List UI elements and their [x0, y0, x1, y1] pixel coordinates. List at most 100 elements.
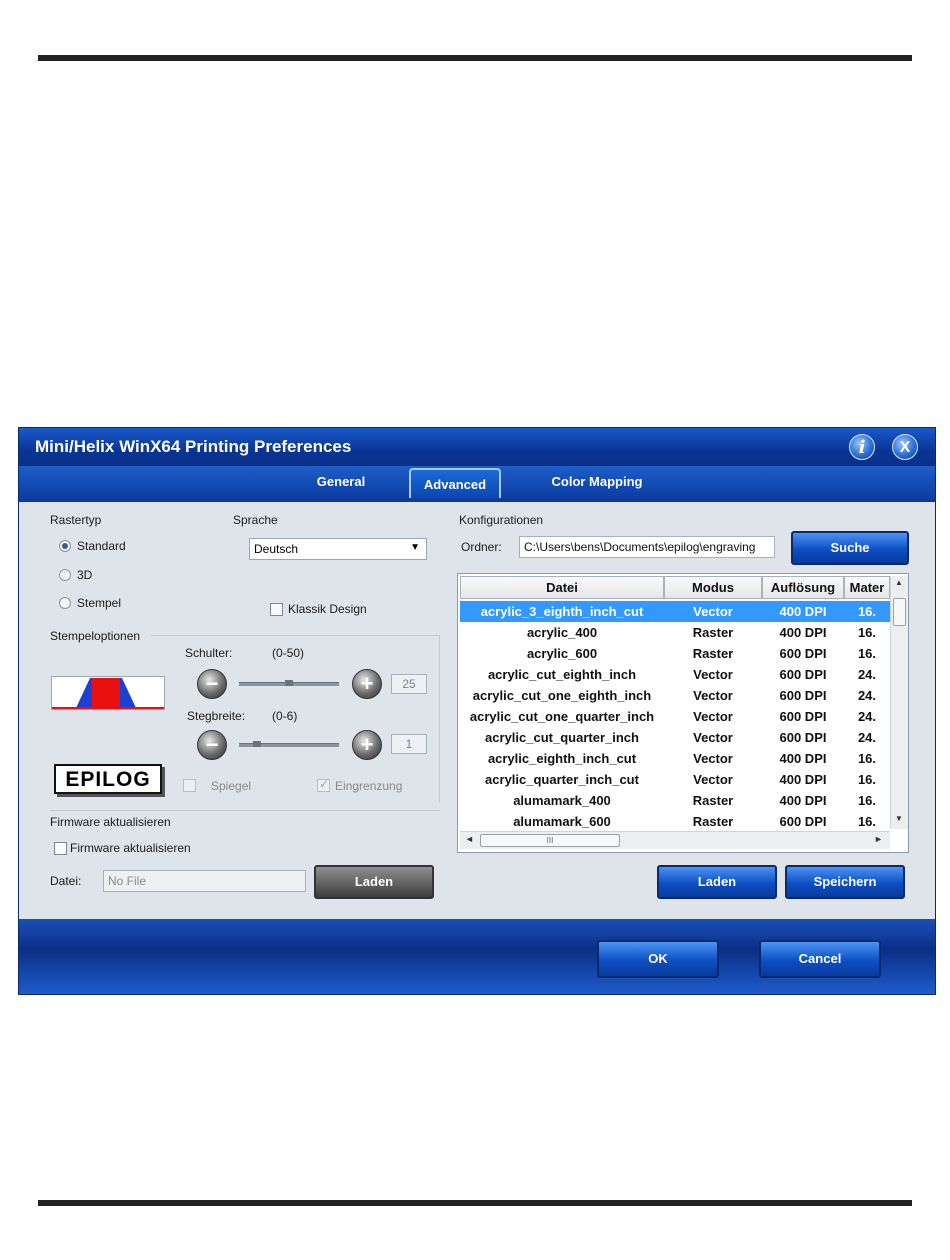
language-select-value: Deutsch: [254, 542, 299, 556]
close-icon[interactable]: X: [892, 434, 918, 460]
config-load-button[interactable]: Laden: [657, 865, 777, 899]
tab-bar: General Advanced Color Mapping: [19, 466, 935, 502]
cell-mater: 16.: [857, 604, 877, 619]
dialog-title: Mini/Helix WinX64 Printing Preferences: [35, 437, 352, 456]
klassik-design-checkbox[interactable]: [270, 603, 283, 616]
firmware-file-field[interactable]: No File: [103, 870, 306, 892]
cell-aufloesung: 400 DPI: [779, 751, 827, 766]
cell-modus: Raster: [692, 625, 734, 640]
datei-label: Datei:: [50, 874, 82, 888]
stempel-group-edge: [439, 635, 440, 803]
cell-modus: Vector: [693, 730, 733, 745]
table-horizontal-scrollbar[interactable]: ◄ III ►: [460, 831, 890, 849]
schulter-slider-thumb[interactable]: [285, 680, 293, 686]
sprache-label: Sprache: [233, 513, 278, 527]
stegbreite-range: (0-6): [272, 709, 298, 723]
stegbreite-minus-button[interactable]: −: [197, 730, 227, 760]
ok-button[interactable]: OK: [597, 940, 719, 978]
column-header-aufloesung[interactable]: Auflösung: [762, 576, 844, 599]
stegbreite-slider-thumb[interactable]: [253, 741, 261, 747]
cell-modus: Raster: [692, 793, 734, 808]
cell-aufloesung: 600 DPI: [779, 667, 827, 682]
cell-datei: acrylic_cut_quarter_inch: [485, 730, 639, 745]
table-row[interactable]: acrylic_quarter_inch_cut Vector 400 DPI …: [460, 769, 890, 790]
schulter-plus-button[interactable]: +: [352, 669, 382, 699]
stegbreite-label: Stegbreite:: [187, 709, 246, 723]
firmware-group-line: [50, 810, 440, 811]
cell-aufloesung: 400 DPI: [779, 625, 827, 640]
stempel-group-line: [151, 635, 439, 636]
column-header-datei[interactable]: Datei: [460, 576, 664, 599]
eingrenzung-checkbox[interactable]: [317, 777, 330, 792]
cancel-button[interactable]: Cancel: [759, 940, 881, 978]
stegbreite-plus-button[interactable]: +: [352, 730, 382, 760]
cell-aufloesung: 600 DPI: [779, 730, 827, 745]
cell-aufloesung: 600 DPI: [779, 709, 827, 724]
table-row[interactable]: acrylic_3_eighth_inch_cut Vector 400 DPI…: [460, 601, 890, 622]
schulter-range: (0-50): [272, 646, 305, 660]
schulter-label: Schulter:: [185, 646, 233, 660]
tab-general[interactable]: General: [289, 474, 393, 489]
rastertyp-label: Rastertyp: [50, 513, 102, 527]
cell-datei: acrylic_cut_one_eighth_inch: [472, 688, 652, 703]
table-row[interactable]: acrylic_600 Raster 600 DPI 16.: [460, 643, 890, 664]
cell-datei: acrylic_3_eighth_inch_cut: [480, 604, 644, 619]
search-button[interactable]: Suche: [791, 531, 909, 565]
printing-preferences-dialog: Mini/Helix WinX64 Printing Preferences i…: [18, 427, 936, 995]
column-header-modus[interactable]: Modus: [664, 576, 762, 599]
firmware-checkbox[interactable]: [54, 842, 67, 855]
cell-modus: Vector: [693, 604, 733, 619]
radio-3d-label: 3D: [77, 568, 93, 582]
table-row[interactable]: acrylic_400 Raster 400 DPI 16.: [460, 622, 890, 643]
tab-advanced[interactable]: Advanced: [409, 468, 501, 498]
info-icon[interactable]: i: [849, 434, 875, 460]
horizontal-scroll-thumb[interactable]: III: [480, 834, 620, 847]
cell-mater: 16.: [857, 814, 877, 829]
column-header-mater[interactable]: Mater: [844, 576, 890, 599]
cell-datei: acrylic_400: [526, 625, 598, 640]
table-row[interactable]: alumamark_600 Raster 600 DPI 16.: [460, 811, 890, 832]
cell-modus: Vector: [693, 751, 733, 766]
schulter-minus-button[interactable]: −: [197, 669, 227, 699]
title-bar: Mini/Helix WinX64 Printing Preferences i…: [19, 428, 935, 466]
dialog-footer: OK Cancel: [19, 919, 935, 994]
scroll-right-icon[interactable]: ►: [874, 834, 883, 844]
table-row[interactable]: acrylic_cut_quarter_inch Vector 600 DPI …: [460, 727, 890, 748]
cell-datei: acrylic_cut_one_quarter_inch: [469, 709, 655, 724]
klassik-design-label: Klassik Design: [288, 602, 367, 616]
cell-mater: 16.: [857, 793, 877, 808]
cell-datei: acrylic_600: [526, 646, 598, 661]
stempeloptionen-label: Stempeloptionen: [50, 629, 141, 643]
table-row[interactable]: acrylic_cut_one_eighth_inch Vector 600 D…: [460, 685, 890, 706]
cell-datei: alumamark_400: [513, 793, 611, 808]
config-save-button[interactable]: Speichern: [785, 865, 905, 899]
table-row[interactable]: acrylic_eighth_inch_cut Vector 400 DPI 1…: [460, 748, 890, 769]
table-row[interactable]: acrylic_cut_one_quarter_inch Vector 600 …: [460, 706, 890, 727]
stegbreite-value[interactable]: 1: [391, 734, 427, 754]
radio-3d[interactable]: [59, 569, 71, 581]
radio-stempel[interactable]: [59, 597, 71, 609]
folder-path-field[interactable]: C:\Users\bens\Documents\epilog\engraving: [519, 536, 775, 558]
table-vertical-scrollbar[interactable]: ▲ ▼: [890, 576, 908, 829]
cell-modus: Vector: [693, 688, 733, 703]
spiegel-checkbox[interactable]: [183, 779, 196, 792]
scroll-down-icon[interactable]: ▼: [895, 814, 903, 823]
vertical-scroll-thumb[interactable]: [893, 598, 906, 626]
cell-aufloesung: 600 DPI: [779, 646, 827, 661]
cell-mater: 24.: [857, 688, 877, 703]
cell-aufloesung: 400 DPI: [779, 604, 827, 619]
table-row[interactable]: alumamark_400 Raster 400 DPI 16.: [460, 790, 890, 811]
scroll-up-icon[interactable]: ▲: [895, 578, 903, 587]
scroll-left-icon[interactable]: ◄: [465, 834, 474, 844]
cell-mater: 16.: [857, 751, 877, 766]
cell-aufloesung: 400 DPI: [779, 793, 827, 808]
cell-datei: acrylic_eighth_inch_cut: [487, 751, 637, 766]
table-row[interactable]: acrylic_cut_eighth_inch Vector 600 DPI 2…: [460, 664, 890, 685]
tab-color-mapping[interactable]: Color Mapping: [537, 474, 657, 489]
radio-standard-label: Standard: [77, 539, 126, 553]
schulter-value[interactable]: 25: [391, 674, 427, 694]
radio-standard[interactable]: [59, 540, 71, 552]
language-select[interactable]: Deutsch ▼: [249, 538, 427, 560]
cell-aufloesung: 600 DPI: [779, 814, 827, 829]
firmware-load-button[interactable]: Laden: [314, 865, 434, 899]
